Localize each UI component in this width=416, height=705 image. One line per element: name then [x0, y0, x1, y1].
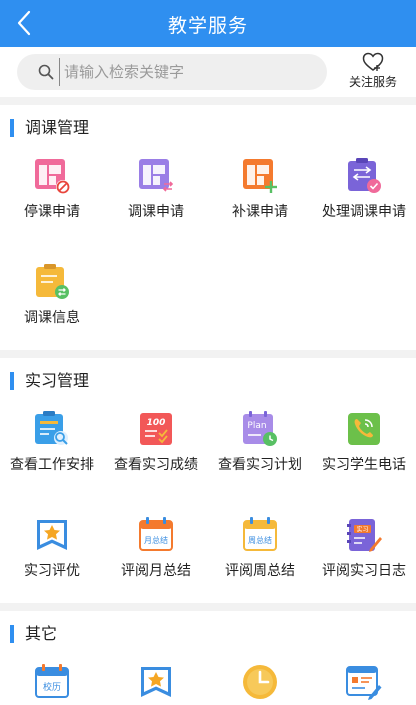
follow-service-button[interactable]: 关注服务 — [340, 52, 406, 92]
search-input[interactable] — [59, 58, 314, 86]
student-phone-icon — [348, 413, 380, 445]
internship-plan-label: 查看实习计划 — [218, 457, 302, 473]
adjust-info-button[interactable]: 调课信息 — [0, 263, 104, 327]
search-bar: 关注服务 — [0, 47, 416, 97]
handle-adjust-label: 处理调课申请 — [322, 204, 406, 220]
swap-class-icon — [139, 159, 174, 192]
makeup-class-label: 补课申请 — [232, 204, 288, 220]
internship-award-button[interactable]: 实习评优 — [0, 516, 104, 580]
adjust-info-icon — [36, 264, 69, 299]
stop-class-label: 停课申请 — [24, 204, 80, 220]
search-icon — [38, 64, 54, 80]
student-phone-label: 实习学生电话 — [322, 457, 406, 473]
internship-log-icon: 实习 — [347, 519, 382, 552]
heart-plus-icon — [362, 52, 384, 71]
search-box[interactable] — [17, 54, 327, 90]
monthly-summary-button[interactable]: 月总结 评阅月总结 — [104, 516, 208, 580]
internship-plan-button[interactable]: Plan 查看实习计划 — [208, 410, 312, 474]
calendar-icon-text: 校历 — [43, 681, 61, 693]
makeup-class-apply-button[interactable]: 补课申请 — [208, 157, 312, 221]
weekly-summary-button[interactable]: 周总结 评阅周总结 — [208, 516, 312, 580]
award-icon — [37, 520, 67, 550]
student-phone-button[interactable]: 实习学生电话 — [312, 410, 416, 474]
score-icon-text: 100 — [147, 418, 166, 428]
stop-class-apply-button[interactable]: 停课申请 — [0, 157, 104, 221]
work-arrangement-icon — [35, 411, 68, 445]
swap-class-label: 调课申请 — [128, 204, 184, 220]
school-calendar-button[interactable]: 校历 — [0, 663, 104, 701]
makeup-class-icon — [243, 159, 277, 193]
clock-button[interactable] — [208, 663, 312, 701]
other-award-button[interactable] — [104, 663, 208, 701]
section-title: 调课管理 — [10, 119, 89, 137]
plan-icon-text: Plan — [247, 421, 266, 431]
follow-service-label: 关注服务 — [348, 75, 397, 89]
section-title: 其它 — [10, 625, 57, 643]
log-icon-text: 实习 — [356, 526, 368, 534]
work-arrangement-button[interactable]: 查看工作安排 — [0, 410, 104, 474]
weekly-summary-label: 评阅周总结 — [225, 563, 295, 579]
page-title: 教学服务 — [167, 15, 248, 37]
adjust-info-label: 调课信息 — [24, 310, 80, 326]
school-calendar-icon: 校历 — [35, 664, 69, 698]
clock-icon — [243, 665, 277, 699]
internship-plan-icon: Plan — [243, 411, 277, 446]
swap-class-apply-button[interactable]: 调课申请 — [104, 157, 208, 221]
internship-award-label: 实习评优 — [24, 563, 80, 579]
monthly-summary-icon: 月总结 — [139, 517, 173, 551]
weekly-summary-icon: 周总结 — [243, 517, 277, 551]
section-title: 实习管理 — [10, 372, 89, 390]
week-icon-text: 周总结 — [248, 535, 272, 545]
handle-adjust-icon — [348, 158, 381, 193]
section-other: 其它 校历 — [0, 611, 416, 705]
internship-score-button[interactable]: 100 查看实习成绩 — [104, 410, 208, 474]
stop-class-icon — [35, 159, 70, 194]
handle-adjust-button[interactable]: 处理调课申请 — [312, 157, 416, 221]
title-bar: 教学服务 — [0, 0, 416, 47]
internship-score-label: 查看实习成绩 — [114, 457, 198, 473]
internship-log-label: 评阅实习日志 — [322, 563, 406, 579]
edit-document-icon — [346, 666, 382, 700]
work-arrangement-label: 查看工作安排 — [10, 457, 94, 473]
monthly-summary-label: 评阅月总结 — [121, 563, 191, 579]
internship-log-button[interactable]: 实习 评阅实习日志 — [312, 516, 416, 580]
award-icon — [141, 667, 171, 697]
internship-score-icon: 100 — [140, 413, 172, 445]
edit-document-button[interactable] — [312, 663, 416, 701]
section-course-adjust: 调课管理 停课申请 调课申请 补课申请 处理调课申请 调课信息 — [0, 105, 416, 350]
month-icon-text: 月总结 — [144, 535, 168, 545]
section-internship: 实习管理 查看工作安排 100 查看实习成绩 Plan 查看实习计划 实习学生电… — [0, 358, 416, 603]
